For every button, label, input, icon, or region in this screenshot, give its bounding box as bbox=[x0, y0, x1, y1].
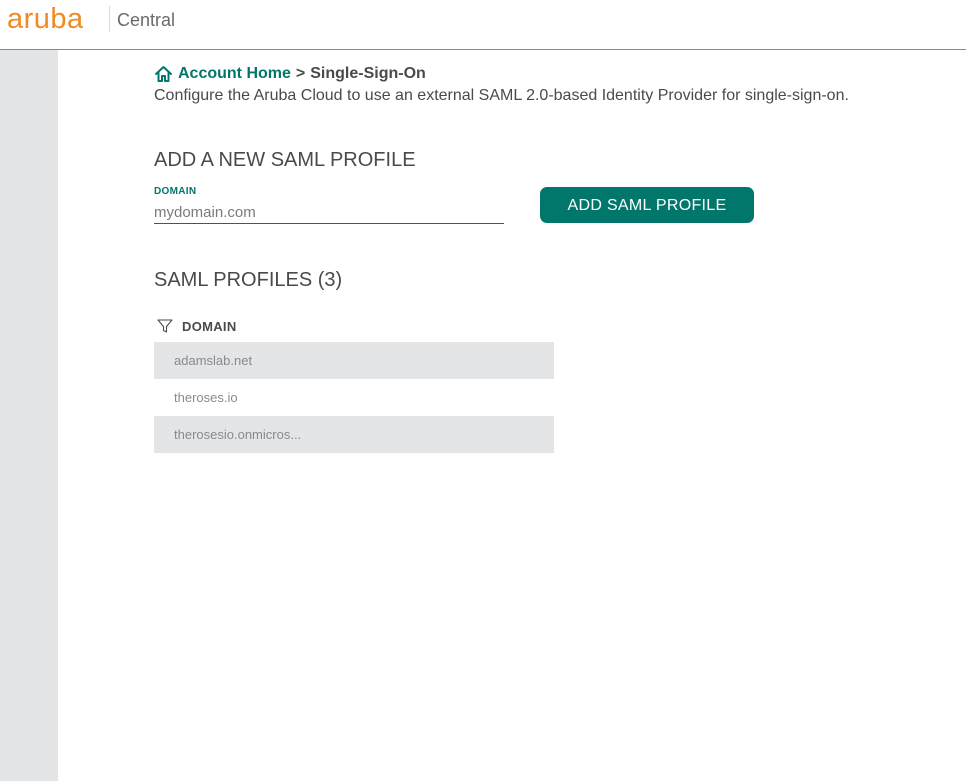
product-name: Central bbox=[117, 10, 176, 30]
aruba-logo[interactable]: aruba bbox=[7, 2, 84, 36]
top-bar: aruba Central bbox=[0, 0, 966, 50]
filter-icon[interactable] bbox=[157, 318, 173, 334]
domain-column-header[interactable]: DOMAIN bbox=[182, 319, 237, 334]
breadcrumb-separator: > bbox=[295, 65, 306, 82]
saml-profiles-heading: SAML PROFILES (3) bbox=[154, 269, 343, 291]
table-row[interactable]: adamslab.net bbox=[154, 342, 554, 379]
home-icon[interactable] bbox=[154, 65, 173, 83]
row-domain: theroses.io bbox=[174, 390, 238, 405]
profiles-table-header: DOMAIN bbox=[154, 314, 554, 338]
row-domain: therosesio.onmicros... bbox=[174, 427, 302, 442]
left-sidebar bbox=[0, 50, 58, 781]
breadcrumb-current-page: Single-Sign-On bbox=[310, 65, 426, 82]
profiles-table-body: adamslab.net theroses.io therosesio.onmi… bbox=[154, 342, 554, 453]
add-saml-profile-button[interactable]: ADD SAML PROFILE bbox=[540, 187, 754, 223]
table-row[interactable]: therosesio.onmicros... bbox=[154, 416, 554, 453]
row-domain: adamslab.net bbox=[174, 353, 253, 368]
page-description: Configure the Aruba Cloud to use an exte… bbox=[154, 87, 849, 104]
logo-divider bbox=[109, 6, 110, 32]
domain-field-label: DOMAIN bbox=[154, 186, 197, 197]
breadcrumb: Account Home > Single-Sign-On bbox=[154, 64, 426, 84]
domain-input[interactable] bbox=[154, 202, 504, 224]
breadcrumb-account-home-link[interactable]: Account Home bbox=[178, 64, 291, 84]
add-profile-heading: ADD A NEW SAML PROFILE bbox=[154, 149, 416, 171]
table-row[interactable]: theroses.io bbox=[154, 379, 554, 416]
